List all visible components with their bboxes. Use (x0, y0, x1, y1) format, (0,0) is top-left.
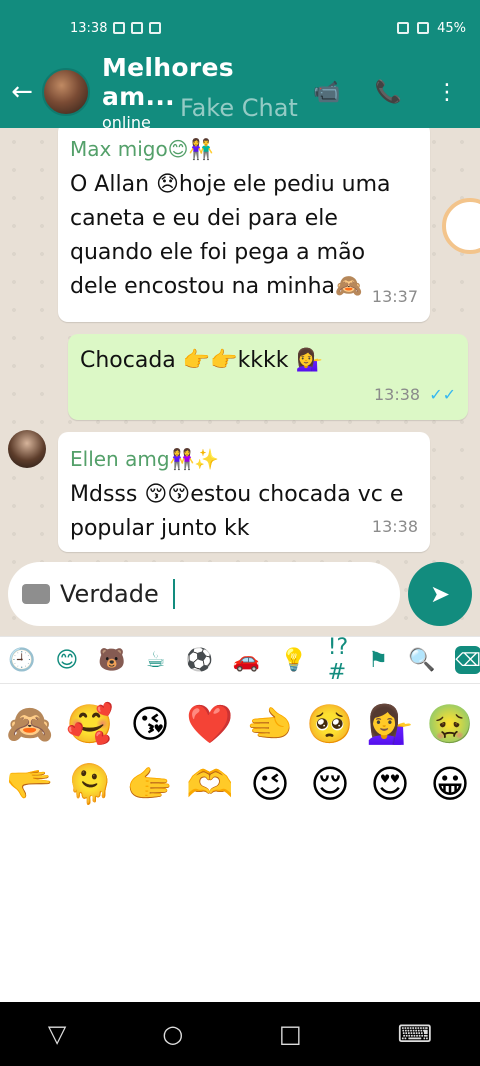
message-text: Mdsss 😚😚estou chocada vc e popular junto… (70, 482, 404, 541)
status-bar: 13:38 45% (0, 0, 480, 56)
status-left: 13:38 (70, 20, 162, 36)
objects-icon[interactable]: 💡 (280, 648, 307, 673)
backspace-key[interactable]: ⌫ (455, 646, 480, 674)
more-options-icon[interactable]: ⋮ (436, 80, 458, 105)
message-bubble-incoming[interactable]: Max migo😊👫 O Allan 😞hoje ele pediu uma c… (58, 128, 430, 322)
message-time: 13:38 (371, 517, 418, 536)
status-notification-icon (131, 22, 144, 34)
status-notification-icon (113, 22, 126, 34)
video-call-icon[interactable]: 📹 (313, 80, 340, 105)
chat-header: ← Melhores am... online Fake Chat 📹 📞 ⋮ (0, 53, 480, 132)
smileys-icon[interactable]: 😊 (55, 648, 78, 673)
send-icon: ➤ (429, 580, 451, 608)
animals-icon[interactable]: 🐻 (98, 648, 125, 673)
send-button[interactable]: ➤ (408, 562, 472, 626)
emoji-key[interactable]: 😘 (126, 700, 174, 748)
nav-back-icon[interactable]: ▽ (48, 1020, 66, 1048)
message-text: O Allan 😞hoje ele pediu uma caneta e eu … (70, 172, 391, 299)
emoji-key[interactable]: 🥺 (306, 700, 354, 748)
composer-row: Verdade ➤ (0, 556, 480, 636)
food-icon[interactable]: ☕ (146, 648, 166, 673)
emoji-key[interactable]: 🫶 (186, 760, 234, 808)
backspace-icon: ⌫ (455, 649, 480, 671)
emoji-key[interactable]: 😉 (246, 760, 294, 808)
message-text: Chocada 👉👉kkkk 💁‍♀️ (80, 348, 323, 373)
battery-text: 45% (437, 20, 466, 36)
emoji-grid: 🙈 🥰 😘 ❤️ 🫲 🥺 💁‍♀️ 🤢 🫳 🫠 🫱 🫶 😉 😌 😍 😀 (0, 684, 480, 1002)
nav-keyboard-icon[interactable]: ⌨ (397, 1020, 432, 1048)
emoji-key[interactable]: 🤢 (426, 700, 474, 748)
symbols-icon[interactable]: !?# (328, 635, 349, 685)
message-time: 13:38 (373, 385, 421, 404)
wifi-icon (397, 22, 410, 34)
message-sender: Max migo😊👫 (70, 137, 214, 161)
signal-icon (417, 22, 430, 34)
voice-call-icon[interactable]: 📞 (375, 80, 402, 105)
sender-avatar[interactable] (8, 430, 46, 468)
emoji-row: 🫳 🫠 🫱 🫶 😉 😌 😍 😀 (0, 754, 480, 814)
emoji-key[interactable]: 😀 (426, 760, 474, 808)
emoji-key[interactable]: 💁‍♀️ (366, 700, 414, 748)
header-actions: 📹 📞 ⋮ (313, 80, 458, 105)
message-input-value: Verdade (60, 580, 159, 608)
emoji-key[interactable]: 🫲 (246, 700, 294, 748)
back-arrow-icon[interactable]: ← (2, 77, 42, 107)
status-notification-icon (149, 22, 162, 34)
text-cursor (172, 579, 175, 609)
message-time-wrap: 13:38 ✓✓ (374, 378, 456, 412)
activities-icon[interactable]: ⚽ (185, 648, 212, 673)
nav-recents-icon[interactable]: □ (279, 1020, 302, 1048)
nav-home-icon[interactable]: ○ (162, 1020, 183, 1048)
emoji-key[interactable]: 😌 (306, 760, 354, 808)
system-navbar: ▽ ○ □ ⌨ (0, 1002, 480, 1066)
emoji-key[interactable]: 😍 (366, 760, 414, 808)
message-input[interactable]: Verdade (8, 562, 400, 626)
emoji-search-icon[interactable]: 🔍 (408, 648, 435, 673)
contact-avatar[interactable] (42, 68, 90, 116)
emoji-row: 🙈 🥰 😘 ❤️ 🫲 🥺 💁‍♀️ 🤢 (0, 694, 480, 754)
emoji-key[interactable]: 🫱 (126, 760, 174, 808)
travel-icon[interactable]: 🚗 (233, 648, 260, 673)
emoji-key[interactable]: 🫳 (6, 760, 54, 808)
message-bubble-outgoing[interactable]: Chocada 👉👉kkkk 💁‍♀️ 13:38 ✓✓ (68, 334, 468, 420)
message-time: 13:37 (371, 287, 418, 306)
emoji-key[interactable]: 🫠 (66, 760, 114, 808)
emoji-key[interactable]: 🥰 (66, 700, 114, 748)
fake-chat-watermark: Fake Chat (180, 94, 298, 122)
emoji-key[interactable]: 🙈 (6, 700, 54, 748)
sticker-thumbnail[interactable] (442, 198, 480, 254)
recent-icon[interactable]: 🕘 (8, 648, 35, 673)
keyboard-icon[interactable] (22, 584, 50, 604)
flags-icon[interactable]: ⚑ (368, 648, 388, 673)
message-bubble-incoming[interactable]: Ellen amg👭✨ Mdsss 😚😚estou chocada vc e p… (58, 432, 430, 552)
emoji-key[interactable]: ❤️ (186, 700, 234, 748)
status-right: 45% (397, 21, 466, 36)
emoji-category-tabs: 🕘 😊 🐻 ☕ ⚽ 🚗 💡 !?# ⚑ 🔍 ⌫ (0, 635, 480, 685)
message-sender: Ellen amg👭✨ (70, 447, 220, 471)
status-time: 13:38 (70, 20, 108, 36)
read-ticks-icon: ✓✓ (429, 385, 456, 404)
